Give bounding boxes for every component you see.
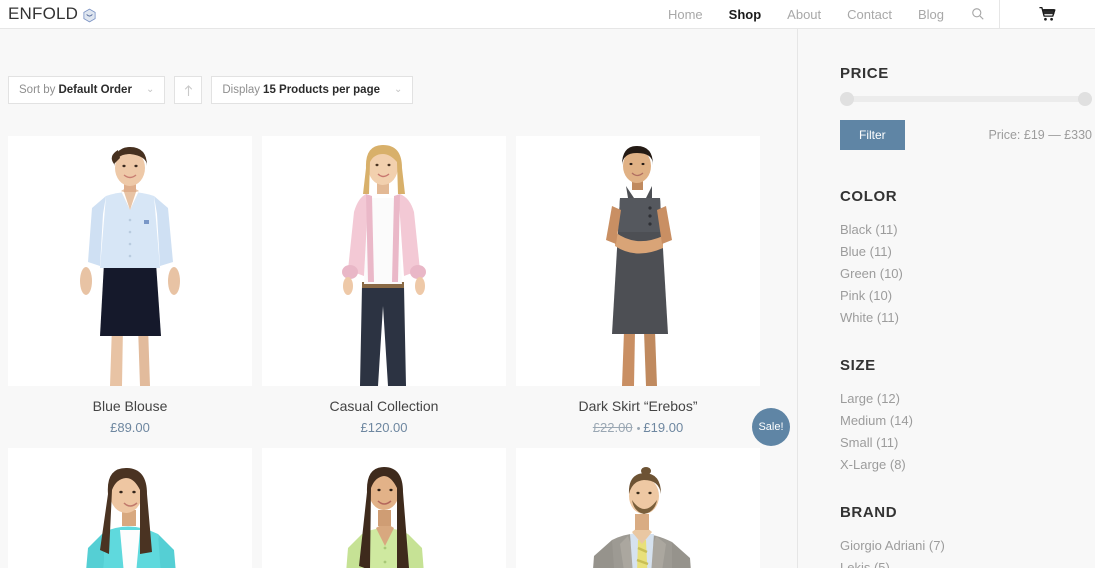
products-per-page-select[interactable]: Display 15 Products per page ⌄ — [211, 76, 414, 104]
brand-filter-item-giorgio-adriani[interactable]: Giorgio Adriani (7) — [840, 535, 1095, 557]
display-current-value: 15 Products per page — [263, 84, 381, 96]
brand-filter-list: Giorgio Adriani (7) Lekis (5) Sara Sang … — [840, 535, 1095, 568]
product-price: £89.00 — [8, 419, 252, 437]
product-price: £120.00 — [262, 419, 506, 437]
product-image-turquoise-blouse[interactable] — [8, 448, 252, 568]
color-filter-item-blue[interactable]: Blue (11) — [840, 241, 1095, 263]
price-slider-min-handle[interactable] — [840, 92, 854, 106]
filter-button[interactable]: Filter — [840, 120, 905, 150]
size-filter-item-large[interactable]: Large (12) — [840, 388, 1095, 410]
product-info: Blue Blouse £89.00 — [8, 386, 252, 437]
product-image-grey-suit[interactable] — [516, 448, 760, 568]
size-filter-item-xlarge[interactable]: X-Large (8) — [840, 454, 1095, 476]
product-grid: Blue Blouse £89.00 Casual Collection £12… — [8, 136, 790, 568]
product-info: Dark Skirt “Erebos” £22.00 • £19.00 — [516, 386, 760, 438]
product-image-dark-skirt-erebos[interactable] — [516, 136, 760, 386]
color-filter-widget: COLOR Black (11) Blue (11) Green (10) Pi… — [840, 188, 1095, 329]
product-old-price: £22.00 — [592, 420, 633, 435]
color-filter-item-pink[interactable]: Pink (10) — [840, 285, 1095, 307]
product-price: £22.00 • £19.00 — [516, 419, 760, 438]
size-filter-widget: SIZE Large (12) Medium (14) Small (11) X… — [840, 357, 1095, 476]
sale-badge: Sale! — [752, 408, 790, 446]
color-filter-item-green[interactable]: Green (10) — [840, 263, 1095, 285]
product-sale-price: £19.00 — [643, 420, 684, 435]
sort-direction-button[interactable] — [174, 76, 203, 104]
product-price-value: £89.00 — [110, 420, 150, 435]
product-title[interactable]: Blue Blouse — [8, 397, 252, 415]
sort-prefix-label: Sort by — [19, 84, 56, 96]
display-prefix-label: Display — [222, 84, 261, 96]
color-filter-item-white[interactable]: White (11) — [840, 307, 1095, 329]
product-image-blue-blouse[interactable] — [8, 136, 252, 386]
nav-item-about[interactable]: About — [774, 0, 834, 29]
price-range-slider[interactable] — [840, 92, 1092, 106]
chevron-down-icon: ⌄ — [394, 84, 403, 95]
shop-sidebar: PRICE Filter Price: £19 — £330 COLOR Bla… — [797, 29, 1095, 568]
product-price-value: £120.00 — [360, 420, 408, 435]
shopping-cart-icon[interactable] — [999, 0, 1095, 29]
nav-item-shop[interactable]: Shop — [716, 0, 775, 29]
logo-text: ENFOLD — [8, 4, 79, 23]
product-card: Blue Blouse £89.00 — [8, 136, 252, 438]
site-header: ENFOLD Home Shop About Contact Blog — [0, 0, 1095, 29]
arrow-up-icon — [184, 84, 193, 96]
color-filter-item-black[interactable]: Black (11) — [840, 219, 1095, 241]
price-slider-max-handle[interactable] — [1078, 92, 1092, 106]
brand-filter-widget: BRAND Giorgio Adriani (7) Lekis (5) Sara… — [840, 504, 1095, 568]
product-info: Casual Collection £120.00 — [262, 386, 506, 437]
color-filter-list: Black (11) Blue (11) Green (10) Pink (10… — [840, 219, 1095, 329]
size-widget-title: SIZE — [840, 357, 876, 374]
main-navigation: Home Shop About Contact Blog — [655, 0, 1095, 29]
page-body: Sort by Default Order ⌄ Display 15 Produ… — [0, 29, 1095, 568]
product-card — [262, 448, 506, 568]
product-card: Sale! Dark Skirt “Erebos” £22.00 • £19.00 — [516, 136, 790, 446]
size-filter-item-medium[interactable]: Medium (14) — [840, 410, 1095, 432]
price-filter-widget: PRICE Filter Price: £19 — £330 — [840, 65, 1095, 150]
product-card — [516, 448, 760, 568]
shop-main-content: Sort by Default Order ⌄ Display 15 Produ… — [0, 29, 797, 568]
product-image-green-blouse[interactable] — [262, 448, 506, 568]
brand-filter-item-lekis[interactable]: Lekis (5) — [840, 557, 1095, 568]
price-separator: • — [636, 423, 641, 435]
brand-widget-title: BRAND — [840, 504, 898, 521]
product-image-casual-collection[interactable] — [262, 136, 506, 386]
nav-item-blog[interactable]: Blog — [905, 0, 957, 29]
price-filter-row: Filter Price: £19 — £330 — [840, 120, 1092, 150]
size-filter-item-small[interactable]: Small (11) — [840, 432, 1095, 454]
chevron-down-icon: ⌄ — [145, 84, 155, 95]
nav-item-home[interactable]: Home — [655, 0, 716, 29]
site-logo[interactable]: ENFOLD — [8, 4, 97, 24]
product-card — [8, 448, 252, 568]
product-card: Casual Collection £120.00 — [262, 136, 506, 438]
nav-item-contact[interactable]: Contact — [834, 0, 905, 29]
size-filter-list: Large (12) Medium (14) Small (11) X-Larg… — [840, 388, 1095, 476]
sort-order-select[interactable]: Sort by Default Order ⌄ — [8, 76, 166, 104]
product-toolbar: Sort by Default Order ⌄ Display 15 Produ… — [8, 76, 414, 104]
price-widget-title: PRICE — [840, 65, 889, 82]
color-widget-title: COLOR — [840, 188, 898, 205]
price-range-label: Price: £19 — £330 — [988, 128, 1092, 142]
product-title[interactable]: Casual Collection — [262, 397, 506, 415]
search-icon[interactable] — [957, 7, 999, 21]
hexagon-logo-icon — [82, 8, 97, 23]
product-title[interactable]: Dark Skirt “Erebos” — [516, 397, 760, 415]
sort-current-value: Default Order — [58, 84, 132, 96]
